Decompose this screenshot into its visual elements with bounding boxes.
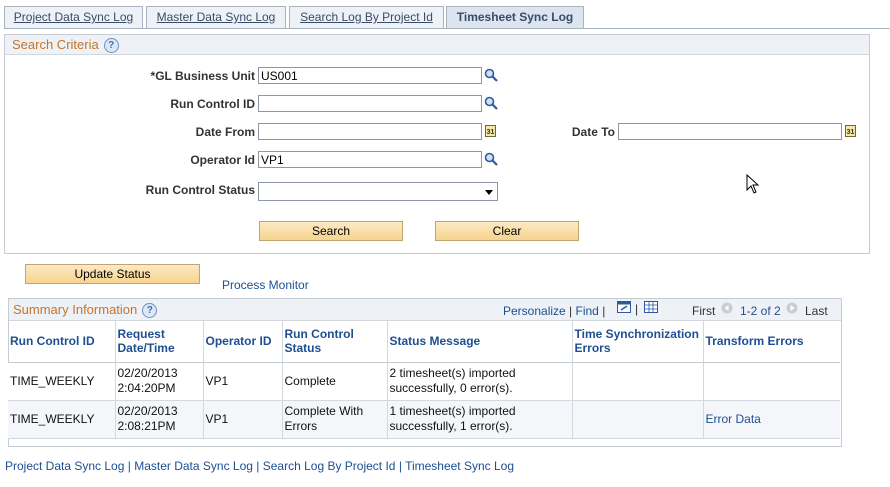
mouse-cursor-icon (746, 174, 760, 194)
calendar-icon[interactable]: 31 (845, 125, 856, 137)
gl-business-unit-label: *GL Business Unit (150, 69, 255, 83)
lookup-icon[interactable] (484, 96, 498, 110)
operator-id-cell: VP1 (203, 362, 283, 401)
run-control-id-field[interactable] (258, 95, 482, 112)
separator: | (395, 459, 406, 473)
summary-grid: Run Control ID Request Date/Time Operato… (8, 320, 840, 439)
separator: | (635, 302, 639, 316)
status-message-line: 1 timesheet(s) imported (389, 404, 516, 418)
operator-id-label: Operator Id (190, 153, 255, 167)
column-header[interactable]: Operator ID (203, 320, 283, 363)
column-header[interactable]: Transform Errors (703, 320, 840, 363)
status-text: Errors (284, 419, 318, 433)
table-row: TIME_WEEKLY 02/20/2013 2:04:20PM VP1 Comp… (8, 362, 840, 401)
table-row: TIME_WEEKLY 02/20/2013 2:08:21PM VP1 Comp… (8, 400, 840, 439)
tab-label: Master Data Sync Log (156, 10, 276, 24)
status-text: Complete (284, 373, 336, 388)
previous-icon[interactable] (721, 302, 733, 314)
status-message-line: successfully, 1 error(s). (389, 419, 513, 433)
footer-link-timesheet-sync-log[interactable]: Timesheet Sync Log (405, 459, 514, 473)
time-sync-errors-cell (572, 362, 704, 401)
lookup-icon[interactable] (484, 152, 498, 166)
column-header[interactable]: Run Control ID (8, 320, 116, 363)
tab-search-log-by-project-id[interactable]: Search Log By Project Id (289, 6, 444, 28)
date-from-label: Date From (195, 125, 255, 139)
run-control-status-select[interactable] (258, 182, 498, 201)
search-criteria-header: Search Criteria? (5, 35, 869, 55)
run-control-status-cell: Complete (282, 362, 388, 401)
request-datetime-cell: 02/20/2013 2:08:21PM (115, 400, 204, 439)
search-button[interactable]: Search (259, 221, 403, 241)
lookup-icon[interactable] (484, 68, 498, 82)
date-from-field[interactable] (258, 123, 482, 140)
tab-label: Timesheet Sync Log (456, 10, 574, 24)
clear-button[interactable]: Clear (435, 221, 579, 241)
run-control-status-cell: Complete With Errors (282, 400, 388, 439)
row-range: 1-2 of 2 (740, 304, 781, 318)
request-date: 02/20/2013 (117, 404, 178, 418)
request-time: 2:04:20PM (117, 381, 176, 395)
column-header[interactable]: Status Message (387, 320, 573, 363)
run-control-id-cell: TIME_WEEKLY (8, 362, 116, 401)
separator: | (602, 304, 606, 318)
process-monitor-link[interactable]: Process Monitor (222, 278, 309, 292)
run-control-status-label: Run Control Status (145, 183, 255, 197)
run-control-id-label: Run Control ID (170, 97, 255, 111)
grid-header-row: Run Control ID Request Date/Time Operato… (8, 320, 840, 363)
tab-divider (4, 28, 890, 29)
transform-errors-cell (703, 362, 840, 401)
time-sync-errors-cell (572, 400, 704, 439)
chevron-down-icon (485, 190, 493, 195)
status-text: Complete With (284, 404, 364, 418)
status-message-cell: 2 timesheet(s) imported successfully, 0 e… (387, 362, 573, 401)
summary-header: Summary Information? (9, 299, 841, 321)
request-time: 2:08:21PM (117, 419, 176, 433)
calendar-icon[interactable]: 31 (485, 125, 496, 137)
help-icon[interactable]: ? (103, 38, 119, 54)
error-data-link[interactable]: Error Data (706, 412, 761, 426)
gl-business-unit-field[interactable]: US001 (258, 67, 482, 84)
status-message-line: 2 timesheet(s) imported (389, 366, 516, 380)
column-header[interactable]: Request Date/Time (115, 320, 204, 363)
column-header[interactable]: Run Control Status (282, 320, 388, 363)
status-message-line: successfully, 0 error(s). (389, 381, 513, 395)
footer-link-master-data-sync-log[interactable]: Master Data Sync Log (134, 459, 253, 473)
operator-id-field[interactable]: VP1 (258, 151, 482, 168)
tab-master-data-sync-log[interactable]: Master Data Sync Log (146, 6, 286, 28)
date-to-field[interactable] (618, 123, 842, 140)
tab-label: Project Data Sync Log (13, 10, 134, 24)
footer-links: Project Data Sync Log | Master Data Sync… (5, 459, 514, 473)
tab-project-data-sync-log[interactable]: Project Data Sync Log (4, 6, 143, 28)
summary-title: Summary Information (13, 302, 138, 317)
run-control-id-cell: TIME_WEEKLY (8, 400, 116, 439)
request-date: 02/20/2013 (117, 366, 178, 380)
operator-id-cell: VP1 (203, 400, 283, 439)
transform-errors-cell: Error Data (703, 400, 840, 439)
last-label: Last (805, 304, 828, 318)
download-grid-icon[interactable] (644, 301, 658, 313)
personalize-link[interactable]: Personalize (503, 304, 566, 318)
status-message-cell: 1 timesheet(s) imported successfully, 1 e… (387, 400, 573, 439)
separator: | (252, 459, 263, 473)
first-label: First (692, 304, 716, 318)
footer-link-project-data-sync-log[interactable]: Project Data Sync Log (5, 459, 124, 473)
help-icon[interactable]: ? (142, 303, 158, 319)
separator: | (124, 459, 135, 473)
update-status-button[interactable]: Update Status (25, 264, 200, 284)
grid-toolbar: Personalize | Find | (503, 304, 605, 318)
request-datetime-cell: 02/20/2013 2:04:20PM (115, 362, 204, 401)
find-link[interactable]: Find (576, 304, 599, 318)
next-icon[interactable] (786, 302, 798, 314)
tab-label: Search Log By Project Id (300, 10, 433, 24)
tab-timesheet-sync-log[interactable]: Timesheet Sync Log (446, 6, 584, 29)
view-all-icon[interactable] (617, 301, 631, 313)
footer-link-search-log-by-project-id[interactable]: Search Log By Project Id (263, 459, 396, 473)
separator: | (569, 304, 573, 318)
search-criteria-title: Search Criteria (12, 37, 99, 52)
column-header[interactable]: Time Synchronization Errors (572, 320, 704, 363)
date-to-label: Date To (571, 125, 615, 139)
